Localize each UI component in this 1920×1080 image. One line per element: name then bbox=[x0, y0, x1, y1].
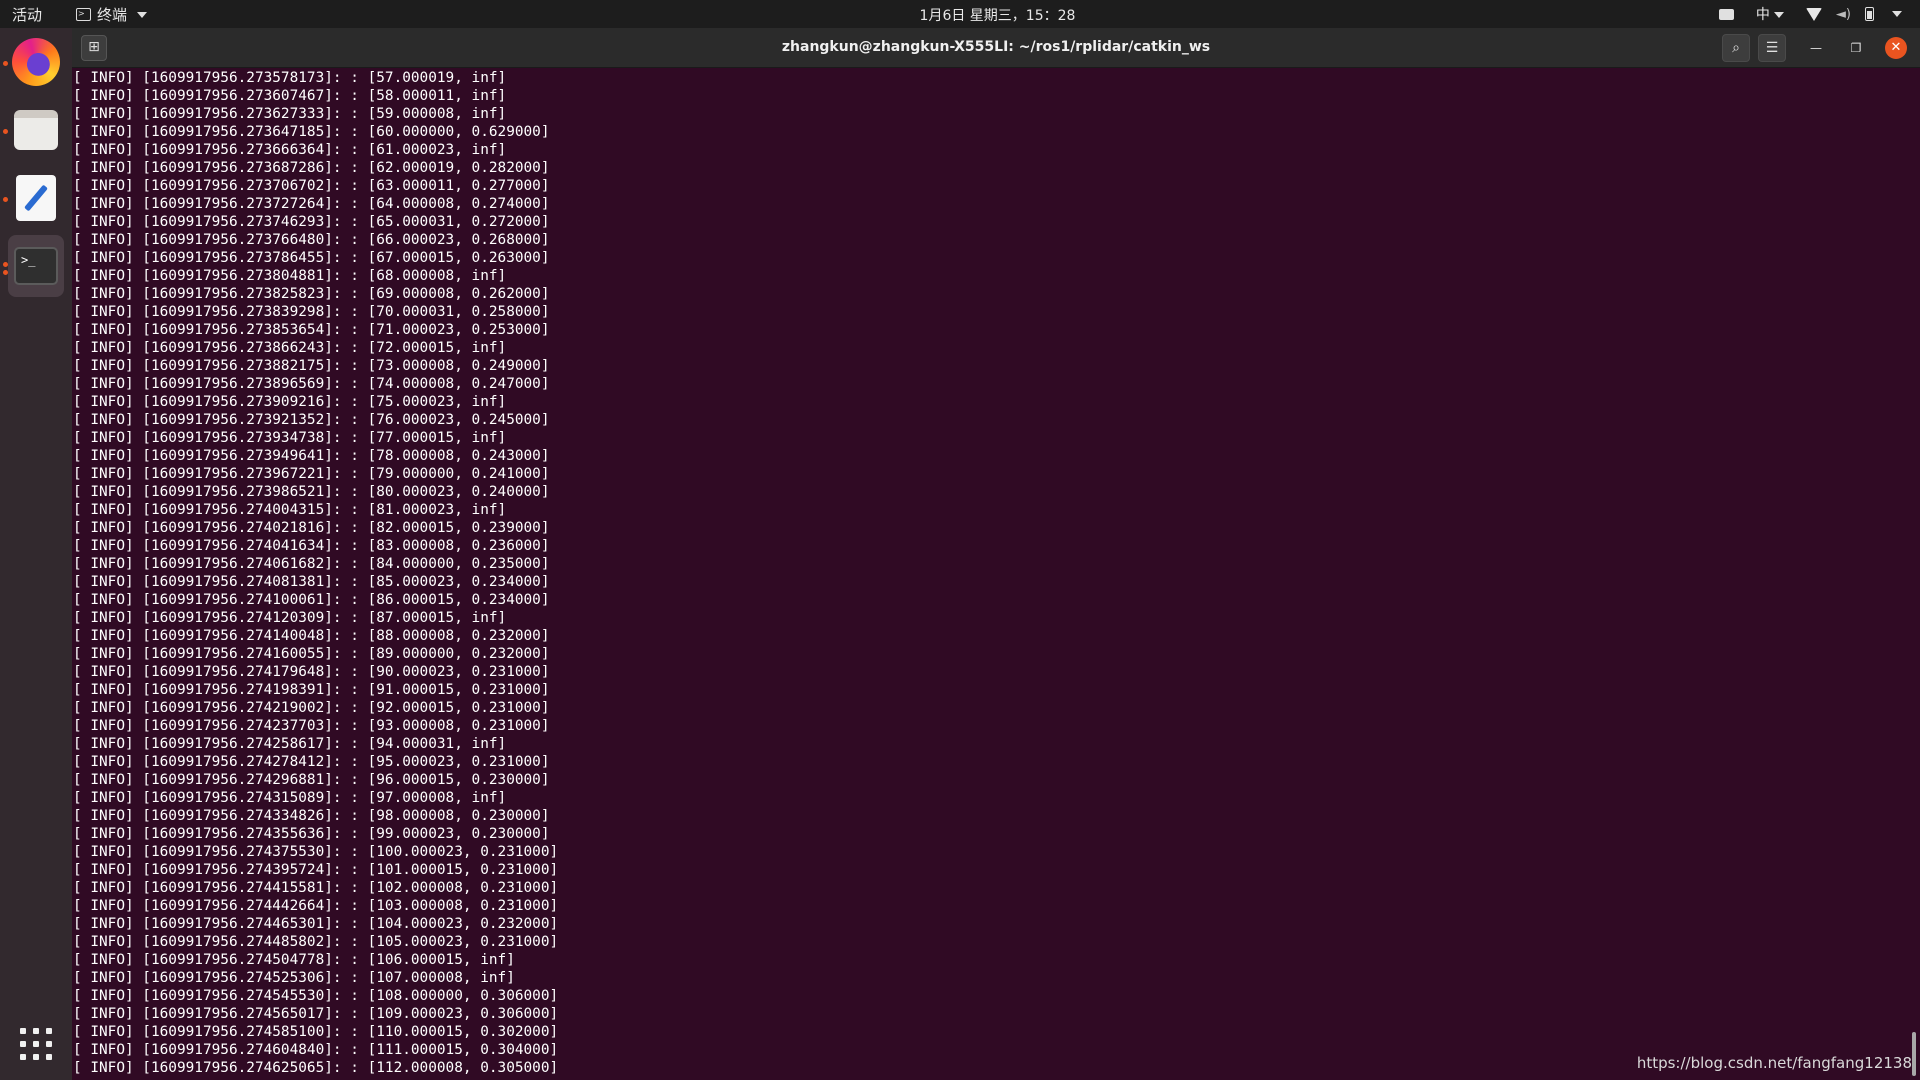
terminal-line: [ INFO] [1609917956.273727264]: : [64.00… bbox=[73, 196, 550, 212]
close-button[interactable]: ✕ bbox=[1885, 37, 1907, 59]
restore-button[interactable]: ❐ bbox=[1845, 37, 1867, 59]
terminal-line: [ INFO] [1609917956.273627333]: : [59.00… bbox=[73, 106, 507, 122]
terminal-line: [ INFO] [1609917956.274525306]: : [107.0… bbox=[73, 970, 515, 986]
terminal-line: [ INFO] [1609917956.273934738]: : [77.00… bbox=[73, 430, 507, 446]
terminal-line: [ INFO] [1609917956.274219002]: : [92.00… bbox=[73, 700, 550, 716]
window-title: zhangkun@zhangkun-X555LI: ~/ros1/rplidar… bbox=[781, 39, 1211, 55]
text-editor-icon bbox=[16, 175, 56, 221]
terminal-line: [ INFO] [1609917956.273921352]: : [76.00… bbox=[73, 412, 550, 428]
terminal-line: [ INFO] [1609917956.273882175]: : [73.00… bbox=[73, 358, 550, 374]
files-icon bbox=[14, 110, 58, 150]
show-applications-button[interactable] bbox=[20, 1028, 52, 1060]
terminal-line: [ INFO] [1609917956.274100061]: : [86.00… bbox=[73, 592, 550, 608]
terminal-line: [ INFO] [1609917956.274315089]: : [97.00… bbox=[73, 790, 507, 806]
minimize-button[interactable]: — bbox=[1805, 37, 1827, 59]
hamburger-menu-icon: ☰ bbox=[1765, 40, 1779, 56]
terminal-line: [ INFO] [1609917956.273949641]: : [78.00… bbox=[73, 448, 550, 464]
dock-files[interactable] bbox=[8, 102, 64, 158]
terminal-line: [ INFO] [1609917956.274375530]: : [100.0… bbox=[73, 844, 559, 860]
terminal-line: [ INFO] [1609917956.273967221]: : [79.00… bbox=[73, 466, 550, 482]
terminal-line: [ INFO] [1609917956.274334826]: : [98.00… bbox=[73, 808, 550, 824]
keyboard-icon[interactable] bbox=[1718, 8, 1734, 20]
watermark: https://blog.csdn.net/fangfang12138 bbox=[1636, 1054, 1912, 1072]
terminal-line: [ INFO] [1609917956.273896569]: : [74.00… bbox=[73, 376, 550, 392]
terminal-line: [ INFO] [1609917956.274504778]: : [106.0… bbox=[73, 952, 515, 968]
battery-icon bbox=[1865, 7, 1874, 21]
terminal-line: [ INFO] [1609917956.273746293]: : [65.00… bbox=[73, 214, 550, 230]
terminal-line: [ INFO] [1609917956.274625065]: : [112.0… bbox=[73, 1060, 559, 1076]
terminal-line: [ INFO] [1609917956.274415581]: : [102.0… bbox=[73, 880, 559, 896]
terminal-line: [ INFO] [1609917956.273786455]: : [67.00… bbox=[73, 250, 550, 266]
terminal-line: [ INFO] [1609917956.274355636]: : [99.00… bbox=[73, 826, 550, 842]
terminal-headerbar: ⊞ zhangkun@zhangkun-X555LI: ~/ros1/rplid… bbox=[72, 28, 1920, 68]
terminal-line: [ INFO] [1609917956.274179648]: : [90.00… bbox=[73, 664, 550, 680]
terminal-line: [ INFO] [1609917956.273804881]: : [68.00… bbox=[73, 268, 507, 284]
terminal-line: [ INFO] [1609917956.273825823]: : [69.00… bbox=[73, 286, 550, 302]
terminal-line: [ INFO] [1609917956.274278412]: : [95.00… bbox=[73, 754, 550, 770]
dock: >_ bbox=[0, 28, 72, 1080]
terminal-line: [ INFO] [1609917956.274545530]: : [108.0… bbox=[73, 988, 559, 1004]
terminal-line: [ INFO] [1609917956.274041634]: : [83.00… bbox=[73, 538, 550, 554]
terminal-line: [ INFO] [1609917956.274061682]: : [84.00… bbox=[73, 556, 550, 572]
terminal-line: [ INFO] [1609917956.274237703]: : [93.00… bbox=[73, 718, 550, 734]
terminal-line: [ INFO] [1609917956.274442664]: : [103.0… bbox=[73, 898, 559, 914]
clock[interactable]: 1月6日 星期三，15：28 bbox=[0, 5, 1920, 25]
terminal-line: [ INFO] [1609917956.273687286]: : [62.00… bbox=[73, 160, 550, 176]
menu-button[interactable]: ☰ bbox=[1758, 34, 1786, 62]
wifi-icon bbox=[1805, 7, 1822, 21]
terminal-output-area[interactable]: [ INFO] [1609917956.273578173]: : [57.00… bbox=[72, 68, 1920, 1080]
terminal-line: [ INFO] [1609917956.273853654]: : [71.00… bbox=[73, 322, 550, 338]
terminal-line: [ INFO] [1609917956.274160055]: : [89.00… bbox=[73, 646, 550, 662]
chevron-down-icon bbox=[1892, 11, 1902, 17]
terminal-line: [ INFO] [1609917956.273866243]: : [72.00… bbox=[73, 340, 507, 356]
dock-text-editor[interactable] bbox=[8, 170, 64, 226]
dock-terminal[interactable]: >_ bbox=[8, 235, 64, 297]
terminal-line: [ INFO] [1609917956.274296881]: : [96.00… bbox=[73, 772, 550, 788]
terminal-line: [ INFO] [1609917956.274120309]: : [87.00… bbox=[73, 610, 507, 626]
terminal-line: [ INFO] [1609917956.274604840]: : [111.0… bbox=[73, 1042, 559, 1058]
dock-firefox[interactable] bbox=[8, 34, 64, 90]
terminal-line: [ INFO] [1609917956.273909216]: : [75.00… bbox=[73, 394, 507, 410]
terminal-line: [ INFO] [1609917956.274081381]: : [85.00… bbox=[73, 574, 550, 590]
terminal-line: [ INFO] [1609917956.273706702]: : [63.00… bbox=[73, 178, 550, 194]
firefox-icon bbox=[12, 38, 60, 86]
terminal-line: [ INFO] [1609917956.274395724]: : [101.0… bbox=[73, 862, 559, 878]
top-bar: 活动 > 终端 1月6日 星期三，15：28 中 ◄) bbox=[0, 0, 1920, 28]
terminal-line: [ INFO] [1609917956.274465301]: : [104.0… bbox=[73, 916, 559, 932]
terminal-line: [ INFO] [1609917956.273839298]: : [70.00… bbox=[73, 304, 550, 320]
terminal-line: [ INFO] [1609917956.274021816]: : [82.00… bbox=[73, 520, 550, 536]
close-icon: ✕ bbox=[1890, 40, 1902, 55]
terminal-line: [ INFO] [1609917956.273578173]: : [57.00… bbox=[73, 70, 507, 86]
search-icon: ⌕ bbox=[1732, 40, 1740, 56]
chevron-down-icon bbox=[1773, 12, 1784, 18]
search-button[interactable]: ⌕ bbox=[1722, 34, 1750, 62]
terminal-line: [ INFO] [1609917956.273666364]: : [61.00… bbox=[73, 142, 507, 158]
terminal-line: [ INFO] [1609917956.273647185]: : [60.00… bbox=[73, 124, 550, 140]
terminal-line: [ INFO] [1609917956.273986521]: : [80.00… bbox=[73, 484, 550, 500]
terminal-line: [ INFO] [1609917956.273766480]: : [66.00… bbox=[73, 232, 550, 248]
scrollbar[interactable] bbox=[1912, 1032, 1916, 1076]
terminal-log: [ INFO] [1609917956.273578173]: : [57.00… bbox=[73, 69, 1904, 1077]
status-menu[interactable]: ◄) bbox=[1805, 6, 1902, 22]
terminal-line: [ INFO] [1609917956.274140048]: : [88.00… bbox=[73, 628, 550, 644]
terminal-line: [ INFO] [1609917956.274198391]: : [91.00… bbox=[73, 682, 550, 698]
terminal-line: [ INFO] [1609917956.274565017]: : [109.0… bbox=[73, 1006, 559, 1022]
system-tray[interactable]: 中 ◄) bbox=[1718, 4, 1902, 24]
terminal-line: [ INFO] [1609917956.274585100]: : [110.0… bbox=[73, 1024, 559, 1040]
volume-icon: ◄) bbox=[1835, 6, 1851, 22]
terminal-icon: >_ bbox=[14, 247, 58, 285]
input-method-indicator[interactable]: 中 bbox=[1756, 4, 1784, 24]
terminal-line: [ INFO] [1609917956.274004315]: : [81.00… bbox=[73, 502, 507, 518]
terminal-line: [ INFO] [1609917956.274258617]: : [94.00… bbox=[73, 736, 507, 752]
terminal-line: [ INFO] [1609917956.274485802]: : [105.0… bbox=[73, 934, 559, 950]
terminal-line: [ INFO] [1609917956.273607467]: : [58.00… bbox=[73, 88, 507, 104]
